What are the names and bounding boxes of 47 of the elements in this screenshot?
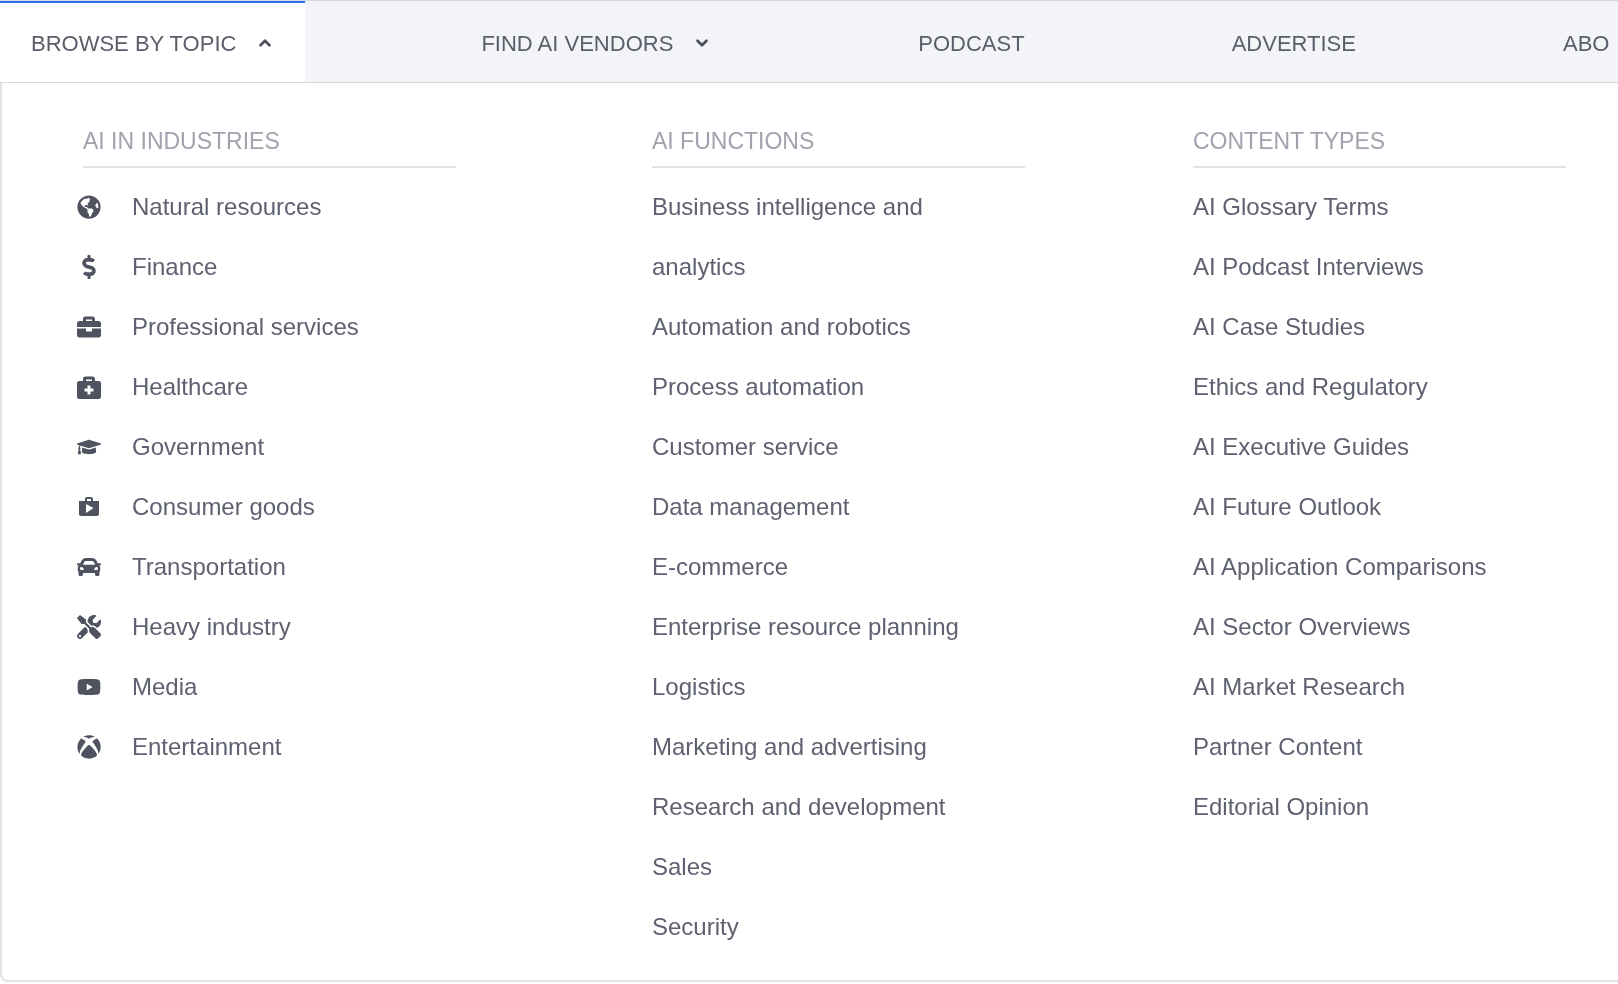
function-link[interactable]: Automation and robotics xyxy=(652,297,911,357)
content-type-link[interactable]: AI Case Studies xyxy=(1193,297,1366,357)
function-link[interactable]: Security xyxy=(652,897,739,957)
industry-link[interactable]: Media xyxy=(77,657,198,717)
industry-link[interactable]: Healthcare xyxy=(77,357,249,417)
industry-link[interactable]: Government xyxy=(77,417,265,477)
content-type-link[interactable]: AI Market Research xyxy=(1193,657,1406,717)
industry-link[interactable]: Heavy industry xyxy=(77,597,291,657)
nav-link[interactable]: PODCAST xyxy=(887,1,1056,82)
car-icon xyxy=(77,555,101,579)
globe-icon xyxy=(77,195,101,219)
function-link[interactable]: Business intelligence and analytics xyxy=(652,177,982,297)
industry-link[interactable]: Transportation xyxy=(77,537,286,597)
function-link[interactable]: E-commerce xyxy=(652,537,789,597)
medical-kit-icon xyxy=(77,375,101,399)
industry-link[interactable]: Professional services xyxy=(77,297,359,357)
function-link[interactable]: Data management xyxy=(652,477,850,537)
industry-link[interactable]: Consumer goods xyxy=(77,477,315,537)
nav-dropdown-tab[interactable]: BROWSE BY TOPIC xyxy=(0,1,306,82)
function-link[interactable]: Process automation xyxy=(652,357,865,417)
function-link[interactable]: Sales xyxy=(652,837,713,897)
nav-link[interactable]: ADVERTISE xyxy=(1200,1,1387,82)
industry-link[interactable]: Natural resources xyxy=(77,177,322,237)
content-type-link[interactable]: AI Glossary Terms xyxy=(1193,177,1389,237)
content-type-link[interactable]: AI Future Outlook xyxy=(1193,477,1382,537)
function-link[interactable]: Research and development xyxy=(652,777,946,837)
column-heading: AI IN INDUSTRIES xyxy=(83,127,280,156)
content-type-link[interactable]: Editorial Opinion xyxy=(1193,777,1370,837)
function-link[interactable]: Enterprise resource planning xyxy=(652,597,959,657)
function-link[interactable]: Customer service xyxy=(652,417,839,477)
content-type-link[interactable]: AI Sector Overviews xyxy=(1193,597,1411,657)
content-type-link[interactable]: AI Podcast Interviews xyxy=(1193,237,1424,297)
industry-link[interactable]: Entertainment xyxy=(77,717,282,777)
content-type-link[interactable]: AI Application Comparisons xyxy=(1193,537,1487,597)
function-link[interactable]: Logistics xyxy=(652,657,746,717)
content-type-link[interactable]: Ethics and Regulatory xyxy=(1193,357,1428,417)
tools-icon xyxy=(77,615,101,639)
function-link[interactable]: Marketing and advertising xyxy=(652,717,927,777)
industry-link[interactable]: Finance xyxy=(77,237,218,297)
content-type-link[interactable]: AI Executive Guides xyxy=(1193,417,1410,477)
column-heading: AI FUNCTIONS xyxy=(652,127,815,156)
briefcase-icon xyxy=(77,315,101,339)
column-heading: CONTENT TYPES xyxy=(1193,127,1386,156)
shopping-bag-icon xyxy=(77,495,101,519)
nav-dropdown-tab[interactable]: FIND AI VENDORS xyxy=(450,1,743,82)
nav-link[interactable]: ABO xyxy=(1532,1,1610,82)
content-type-link[interactable]: Partner Content xyxy=(1193,717,1363,777)
